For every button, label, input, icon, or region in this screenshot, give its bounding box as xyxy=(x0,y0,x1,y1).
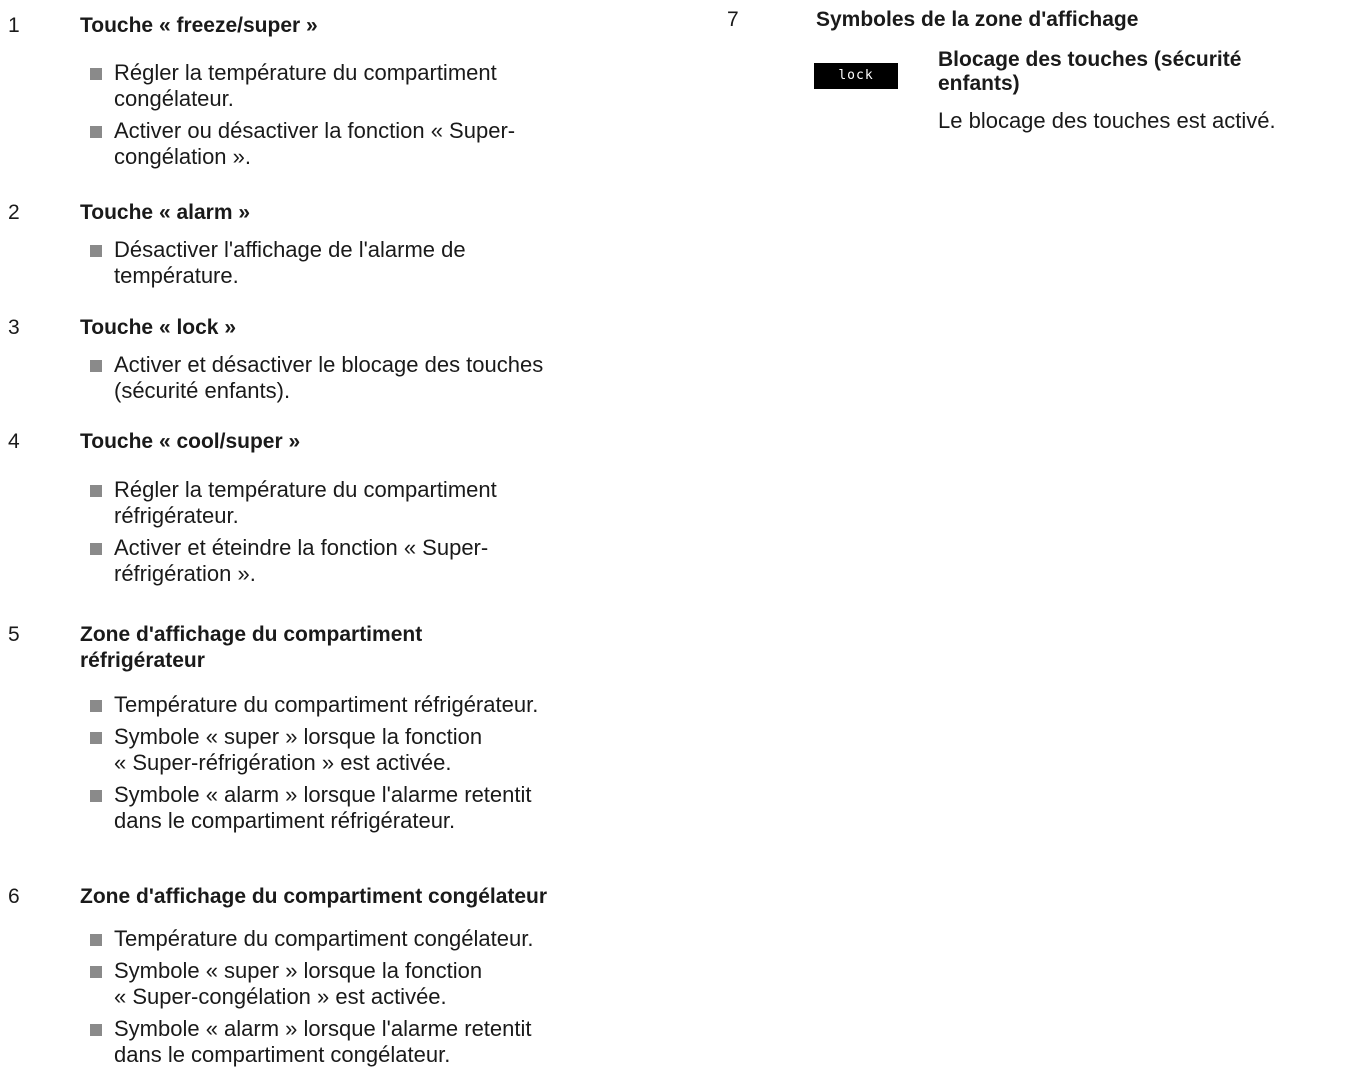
list-item: Activer et désactiver le blocage des tou… xyxy=(90,352,650,404)
section-title: Touche « cool/super » xyxy=(80,430,301,453)
section-number: 2 xyxy=(8,201,20,224)
list-item: Symbole « alarm » lorsque l'alarme reten… xyxy=(90,782,650,834)
list-item: Activer ou désactiver la fonction « Supe… xyxy=(90,118,650,170)
section-title: Touche « alarm » xyxy=(80,201,251,224)
section-title: Zone d'affichage du compartiment réfrigé… xyxy=(80,623,423,672)
square-bullet-icon xyxy=(90,934,102,946)
square-bullet-icon xyxy=(90,68,102,80)
section-title: Touche « freeze/super » xyxy=(80,14,318,37)
square-bullet-icon xyxy=(90,1024,102,1036)
list-item: Température du compartiment réfrigérateu… xyxy=(90,692,650,718)
section-number: 1 xyxy=(8,14,20,37)
section-title: Zone d'affichage du compartiment congéla… xyxy=(80,885,548,908)
square-bullet-icon xyxy=(90,245,102,257)
section-number: 3 xyxy=(8,316,20,339)
bullet-list: Activer et désactiver le blocage des tou… xyxy=(90,352,650,410)
bullet-list: Température du compartiment réfrigérateu… xyxy=(90,692,650,840)
square-bullet-icon xyxy=(90,732,102,744)
list-item: Symbole « super » lorsque la fonction « … xyxy=(90,958,650,1010)
section-title: Touche « lock » xyxy=(80,316,236,339)
square-bullet-icon xyxy=(90,360,102,372)
section-title: Symboles de la zone d'affichage xyxy=(816,8,1139,31)
square-bullet-icon xyxy=(90,543,102,555)
list-item: Régler la température du compartiment co… xyxy=(90,60,650,112)
square-bullet-icon xyxy=(90,126,102,138)
list-item: Désactiver l'affichage de l'alarme de te… xyxy=(90,237,650,289)
list-item: Température du compartiment congélateur. xyxy=(90,926,650,952)
square-bullet-icon xyxy=(90,790,102,802)
section-number: 4 xyxy=(8,430,20,453)
section-number: 6 xyxy=(8,885,20,908)
bullet-list: Désactiver l'affichage de l'alarme de te… xyxy=(90,237,650,295)
square-bullet-icon xyxy=(90,966,102,978)
lock-display-symbol-icon: lock xyxy=(814,63,898,89)
bullet-list: Régler la température du compartiment co… xyxy=(90,60,650,176)
list-item: Régler la température du compartiment ré… xyxy=(90,477,650,529)
symbol-description: Le blocage des touches est activé. xyxy=(938,108,1276,133)
square-bullet-icon xyxy=(90,700,102,712)
symbol-title: Blocage des touches (sécurité enfants) xyxy=(938,48,1242,95)
list-item: Symbole « super » lorsque la fonction « … xyxy=(90,724,650,776)
square-bullet-icon xyxy=(90,485,102,497)
section-number: 7 xyxy=(727,8,739,31)
list-item: Symbole « alarm » lorsque l'alarme reten… xyxy=(90,1016,650,1068)
bullet-list: Température du compartiment congélateur.… xyxy=(90,926,650,1074)
section-number: 5 xyxy=(8,623,20,646)
bullet-list: Régler la température du compartiment ré… xyxy=(90,477,650,593)
list-item: Activer et éteindre la fonction « Super-… xyxy=(90,535,650,587)
